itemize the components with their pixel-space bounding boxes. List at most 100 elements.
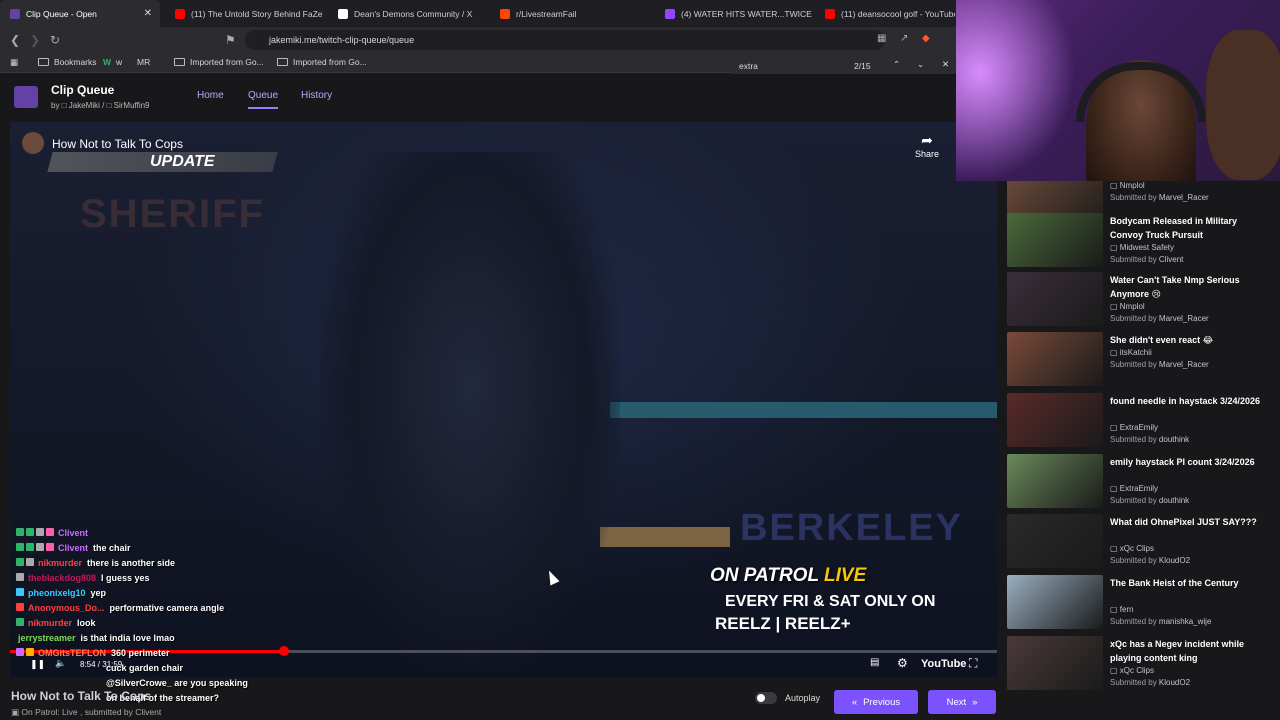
- fullscreen-icon[interactable]: ⛶: [969, 656, 977, 671]
- author-link-2[interactable]: □ SirMuffin9: [107, 101, 150, 110]
- tab-close-icon[interactable]: ✕: [144, 8, 152, 19]
- back-icon[interactable]: ❮: [10, 33, 20, 47]
- channel-avatar[interactable]: [22, 132, 44, 154]
- queue-title[interactable]: What did OhnePixel JUST SAY???: [1110, 515, 1272, 529]
- queue-item[interactable]: She didn't even react 😂 ▢ itsKatchii Submi…: [1007, 332, 1277, 390]
- chat-username[interactable]: Clivent: [58, 528, 88, 538]
- forward-icon[interactable]: ❯: [30, 33, 40, 47]
- nav-history[interactable]: History: [301, 90, 332, 101]
- queue-item[interactable]: emily haystack PI count 3/24/2026 ▢ Extra…: [1007, 454, 1277, 512]
- chat-username[interactable]: nikmurder: [38, 558, 82, 568]
- share-label: Share: [915, 149, 940, 159]
- video-title[interactable]: How Not to Talk To Cops: [52, 137, 183, 151]
- browser-tab[interactable]: (11) deansocool golf - YouTube: [815, 0, 955, 27]
- promo-line-2: EVERY FRI & SAT ONLY ON: [725, 593, 936, 610]
- folder-icon: [174, 58, 185, 66]
- chat-text: cuck garden chair: [106, 662, 184, 673]
- url-input[interactable]: jakemiki.me/twitch-clip-queue/queue: [245, 30, 885, 50]
- share-button[interactable]: ➦ Share: [915, 132, 939, 159]
- queue-thumbnail[interactable]: [1007, 213, 1103, 267]
- queue-item[interactable]: Bodycam Released in Military Convoy Truc…: [1007, 213, 1277, 271]
- queue-thumbnail[interactable]: [1007, 636, 1103, 690]
- chat-username[interactable]: Clivent: [58, 543, 88, 553]
- browser-tab[interactable]: r/LivestreamFail: [490, 0, 650, 27]
- queue-submitter: Submitted by KloudO2: [1110, 678, 1191, 687]
- bookmark-mr[interactable]: MR: [137, 57, 150, 67]
- queue-channel: ▢ xQc Clips: [1110, 544, 1155, 553]
- find-next-icon[interactable]: ⌄: [917, 59, 924, 70]
- find-prev-icon[interactable]: ⌃: [893, 59, 900, 70]
- queue-thumbnail[interactable]: [1007, 332, 1103, 386]
- next-button[interactable]: Next »: [928, 690, 996, 714]
- settings-gear-icon[interactable]: ⚙: [897, 656, 908, 670]
- promo-live-text: LIVE: [824, 565, 867, 586]
- tab-favicon-icon: [338, 8, 348, 19]
- browser-tab[interactable]: (4) WATER HITS WATER...TWICE - Tw: [655, 0, 813, 27]
- queue-thumbnail[interactable]: [1007, 514, 1103, 568]
- chat-badge-icon: [16, 572, 24, 581]
- author-link-1[interactable]: □ JakeMiki: [62, 101, 100, 110]
- submitter-name: Marvel_Racer: [1158, 314, 1209, 323]
- clip-queue-logo-icon[interactable]: [14, 86, 38, 108]
- submitter-name: KloudO2: [1158, 556, 1191, 565]
- chat-username[interactable]: jerrystreamer: [18, 633, 76, 643]
- find-input[interactable]: extra: [739, 61, 758, 71]
- share-page-icon[interactable]: ↗: [900, 33, 908, 44]
- tab-search-icon[interactable]: ▦: [877, 33, 886, 44]
- previous-button[interactable]: « Previous: [834, 690, 918, 714]
- queue-item[interactable]: found needle in haystack 3/24/2026 ▢ Extr…: [1007, 393, 1277, 451]
- chat-username[interactable]: theblackdog808: [28, 573, 96, 583]
- bookmark-w[interactable]: Ww: [103, 57, 122, 67]
- chat-username[interactable]: Anonymous_Do...: [28, 603, 105, 613]
- queue-thumbnail[interactable]: [1007, 454, 1103, 508]
- autoplay-toggle[interactable]: Autoplay: [755, 692, 820, 704]
- find-close-icon[interactable]: ✕: [942, 59, 949, 70]
- browser-tab[interactable]: Clip Queue - Open ✕: [0, 0, 160, 27]
- tab-favicon-icon: [175, 8, 185, 19]
- webcam-teddy-bear: [1206, 30, 1280, 180]
- youtube-logo[interactable]: YouTube: [921, 658, 966, 670]
- nav-queue[interactable]: Queue: [248, 90, 279, 109]
- queue-title[interactable]: Water Can't Take Nmp Serious Anymore 😢: [1110, 273, 1272, 301]
- queue-title[interactable]: The Bank Heist of the Century: [1110, 576, 1272, 590]
- submitter-name: douthink: [1158, 496, 1190, 505]
- nav-home[interactable]: Home: [197, 90, 224, 101]
- chat-badge-icon: [16, 557, 24, 566]
- queue-title[interactable]: emily haystack PI count 3/24/2026: [1110, 455, 1272, 469]
- chat-username[interactable]: OMGitsTEFLON: [38, 648, 106, 658]
- queue-title[interactable]: xQc has a Negev incident while playing c…: [1110, 637, 1272, 665]
- apps-icon[interactable]: ▦: [10, 57, 18, 68]
- chat-message: Clivent the chair: [0, 540, 131, 555]
- bookmark-label: w: [116, 57, 123, 67]
- webcam-headset: [1076, 62, 1206, 122]
- promo-line-1: ON PATROL LIVE: [710, 565, 866, 587]
- queue-thumbnail[interactable]: [1007, 393, 1103, 447]
- queue-thumbnail[interactable]: [1007, 575, 1103, 629]
- queue-item[interactable]: xQc has a Negev incident while playing c…: [1007, 636, 1277, 694]
- bookmark-imported-2[interactable]: Imported from Go...: [277, 57, 367, 67]
- chat-text: performative camera angle: [109, 602, 225, 613]
- queue-item[interactable]: The Bank Heist of the Century ▢ fern Submi…: [1007, 575, 1277, 633]
- queue-thumbnail[interactable]: [1007, 272, 1103, 326]
- captions-icon[interactable]: ▤: [870, 657, 879, 668]
- chat-badge-icon: [26, 527, 34, 536]
- reload-icon[interactable]: ↻: [50, 33, 60, 47]
- separator: /: [102, 101, 105, 110]
- queue-title[interactable]: She didn't even react 😂: [1110, 333, 1272, 347]
- bookmarks-folder[interactable]: Bookmarks: [38, 57, 97, 67]
- browser-tab[interactable]: (11) The Untold Story Behind FaZe C: [165, 0, 325, 27]
- bookmark-icon[interactable]: ⚑: [225, 33, 236, 47]
- browser-tab[interactable]: Dean's Demons Community / X: [328, 0, 488, 27]
- queue-item[interactable]: Water Can't Take Nmp Serious Anymore 😢 ▢ …: [1007, 272, 1277, 330]
- queue-title[interactable]: found needle in haystack 3/24/2026: [1110, 394, 1272, 408]
- queue-item[interactable]: What did OhnePixel JUST SAY??? ▢ xQc Clip…: [1007, 514, 1277, 572]
- video-meta: ▣ On Patrol: Live , submitted by Clivent: [11, 707, 162, 717]
- chat-text: I guess yes: [101, 572, 150, 583]
- chat-message: nikmurder look: [0, 615, 96, 630]
- queue-title[interactable]: Bodycam Released in Military Convoy Truc…: [1110, 214, 1272, 242]
- toggle-switch[interactable]: [755, 692, 777, 704]
- brave-icon[interactable]: ◆: [922, 33, 930, 44]
- bookmark-imported-1[interactable]: Imported from Go...: [174, 57, 264, 67]
- chat-username[interactable]: nikmurder: [28, 618, 72, 628]
- chat-username[interactable]: pheonixelg10: [28, 588, 86, 598]
